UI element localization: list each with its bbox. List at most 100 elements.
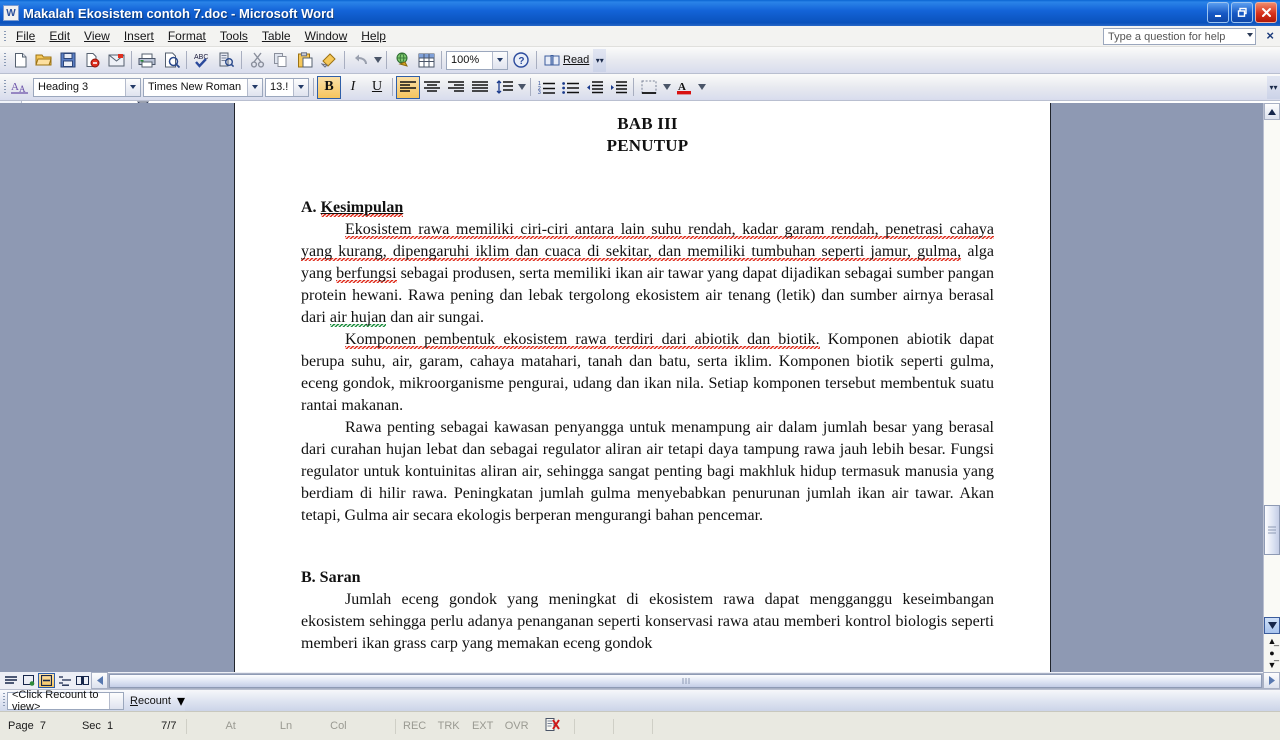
standard-toolbar-grip[interactable] (1, 47, 8, 73)
email-icon[interactable] (104, 49, 128, 72)
undo-dropdown-icon[interactable] (372, 49, 383, 72)
normal-view-icon[interactable] (2, 673, 19, 688)
chevron-down-icon[interactable] (1247, 33, 1253, 37)
paste-icon[interactable] (293, 49, 317, 72)
line-spacing-icon[interactable] (492, 76, 516, 99)
font-name-combo[interactable]: Times New Roman (143, 77, 263, 97)
word-count-toolbar-grip[interactable] (0, 690, 7, 712)
menu-window[interactable]: Window (298, 26, 355, 46)
print-preview-icon[interactable] (159, 49, 183, 72)
recount-button[interactable]: Recount (124, 695, 177, 707)
window-title: Makalah Ekosistem contoh 7.doc - Microso… (23, 5, 335, 21)
previous-page-icon[interactable]: ▲̲ (1268, 637, 1277, 646)
menu-help[interactable]: Help (354, 26, 393, 46)
close-help-box-icon[interactable]: × (1266, 28, 1274, 44)
borders-dropdown-icon[interactable] (661, 76, 672, 99)
toolbar-separator (633, 78, 634, 96)
document-page[interactable]: BAB III PENUTUP A. Kesimpulan Ekosistem … (234, 103, 1051, 672)
microsoft-word-help-icon[interactable]: ? (509, 49, 533, 72)
underline-button[interactable]: U (365, 76, 389, 99)
vertical-scrollbar[interactable]: ▲̲ ● ▼̅ (1263, 103, 1280, 672)
menu-insert[interactable]: Insert (117, 26, 161, 46)
font-size-dropdown-icon[interactable] (293, 78, 308, 96)
help-question-input[interactable]: Type a question for help (1103, 28, 1256, 45)
font-size-combo[interactable]: 13.! (265, 77, 309, 97)
insert-hyperlink-icon[interactable] (390, 49, 414, 72)
menu-view[interactable]: View (77, 26, 117, 46)
copy-icon[interactable] (269, 49, 293, 72)
menu-edit[interactable]: Edit (42, 26, 77, 46)
horizontal-scroll-track[interactable] (108, 672, 1263, 689)
status-track-changes[interactable]: TRK (432, 720, 466, 732)
spelling-grammar-icon[interactable]: ABC (190, 49, 214, 72)
format-painter-icon[interactable] (317, 49, 341, 72)
align-center-icon[interactable] (420, 76, 444, 99)
vertical-scroll-thumb[interactable] (1264, 505, 1280, 555)
align-right-icon[interactable] (444, 76, 468, 99)
bulleted-list-icon[interactable] (558, 76, 582, 99)
style-dropdown-icon[interactable] (125, 78, 140, 96)
page-content[interactable]: BAB III PENUTUP A. Kesimpulan Ekosistem … (235, 103, 1050, 655)
borders-icon[interactable] (637, 76, 661, 99)
zoom-dropdown-icon[interactable] (492, 51, 507, 69)
formatting-toolbar-grip[interactable] (1, 74, 8, 100)
decrease-indent-icon[interactable] (582, 76, 606, 99)
menu-tools[interactable]: Tools (213, 26, 255, 46)
reading-layout-view-icon[interactable] (74, 673, 91, 688)
styles-and-formatting-icon[interactable]: AA (8, 76, 32, 99)
horizontal-scroll-thumb[interactable] (109, 673, 1262, 688)
font-color-dropdown-icon[interactable] (696, 76, 707, 99)
bold-button[interactable]: B (317, 75, 341, 99)
scroll-up-icon[interactable] (1264, 103, 1280, 120)
align-left-icon[interactable] (396, 75, 420, 99)
zoom-combo[interactable]: 100% (446, 50, 508, 70)
increase-indent-icon[interactable] (606, 76, 630, 99)
scroll-left-icon[interactable] (91, 672, 108, 689)
spelling-status-icon[interactable] (534, 717, 572, 735)
vertical-scroll-track[interactable] (1264, 120, 1280, 617)
menu-format[interactable]: Format (161, 26, 213, 46)
line-spacing-dropdown-icon[interactable] (516, 76, 527, 99)
research-icon[interactable] (214, 49, 238, 72)
read-label: Read (563, 54, 590, 66)
save-icon[interactable] (56, 49, 80, 72)
cut-icon[interactable] (245, 49, 269, 72)
new-document-icon[interactable] (8, 49, 32, 72)
word-count-dropdown-icon[interactable] (109, 692, 123, 709)
permission-icon[interactable] (80, 49, 104, 72)
italic-button[interactable]: I (341, 76, 365, 99)
font-name-dropdown-icon[interactable] (247, 78, 262, 96)
print-icon[interactable] (135, 49, 159, 72)
menu-file[interactable]: File (9, 26, 42, 46)
print-layout-view-icon[interactable] (38, 673, 55, 688)
undo-icon[interactable] (348, 49, 372, 72)
word-count-combo[interactable]: <Click Recount to view> (7, 689, 124, 713)
numbered-list-icon[interactable]: 123 (534, 76, 558, 99)
next-page-icon[interactable]: ▼̅ (1268, 661, 1277, 670)
insert-table-icon[interactable] (414, 49, 438, 72)
style-combo[interactable]: Heading 3 (33, 77, 141, 97)
formatting-toolbar-options-icon[interactable]: ▾▾ (1267, 75, 1280, 99)
status-blank-3 (655, 719, 689, 734)
status-record-macro[interactable]: REC (398, 720, 432, 732)
section-heading-a: A. Kesimpulan (301, 199, 404, 217)
scroll-right-icon[interactable] (1263, 672, 1280, 689)
restore-button[interactable] (1231, 2, 1253, 23)
justify-icon[interactable] (468, 76, 492, 99)
open-folder-icon[interactable] (32, 49, 56, 72)
status-extend-selection[interactable]: EXT (466, 720, 500, 732)
menu-grip-handle[interactable] (0, 26, 9, 46)
outline-view-icon[interactable] (56, 673, 73, 688)
font-color-icon[interactable]: A (672, 76, 696, 99)
scroll-down-icon[interactable] (1264, 617, 1280, 634)
web-layout-view-icon[interactable] (20, 673, 37, 688)
select-browse-object-icon[interactable]: ● (1269, 649, 1274, 658)
document-canvas[interactable]: BAB III PENUTUP A. Kesimpulan Ekosistem … (0, 103, 1280, 672)
standard-toolbar-options-icon[interactable]: ▾▾ (593, 48, 607, 72)
menu-table[interactable]: Table (255, 26, 298, 46)
minimize-button[interactable] (1207, 2, 1229, 23)
close-button[interactable] (1255, 2, 1277, 23)
status-overtype[interactable]: OVR (500, 720, 534, 732)
read-button[interactable]: Read (540, 54, 593, 66)
word-count-toolbar-options-icon[interactable]: ▾ (177, 691, 185, 711)
